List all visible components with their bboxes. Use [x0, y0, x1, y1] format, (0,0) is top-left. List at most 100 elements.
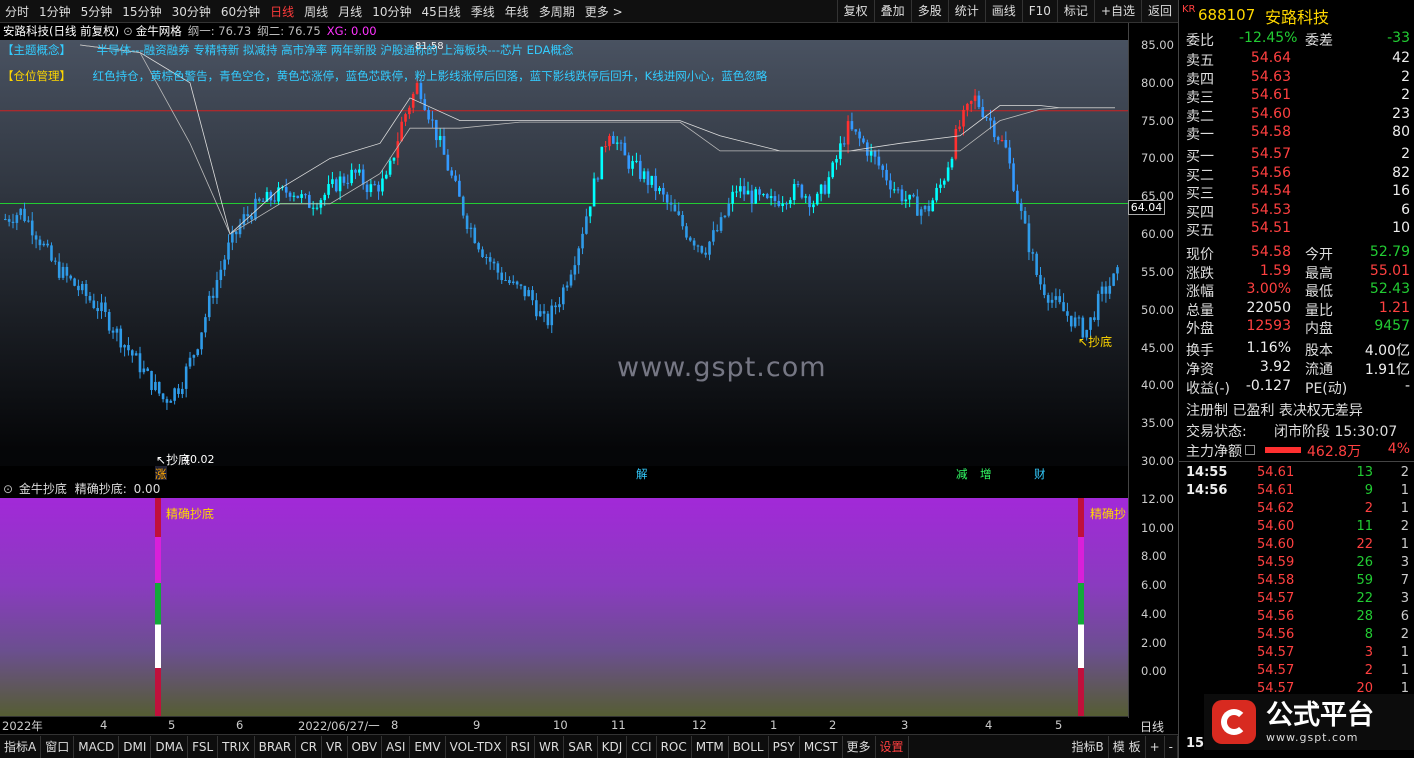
tick-volume: 2 [1364, 501, 1373, 516]
tick-price: 54.60 [1257, 519, 1295, 534]
bottom-right-button-3[interactable]: - [1165, 735, 1178, 758]
indicator-dropdown-icon[interactable]: ⊙ [123, 23, 133, 40]
candle [704, 247, 707, 258]
sell-level-label: 卖二 [1186, 108, 1214, 125]
indicator-tab-5[interactable]: FSL [188, 735, 219, 758]
bottom-right-button-0[interactable]: 指标B [1068, 735, 1109, 758]
period-tab-4[interactable]: 30分钟 [167, 3, 216, 20]
toolbar-button-0[interactable]: 复权 [836, 0, 874, 22]
indicator-tab-17[interactable]: KDJ [598, 735, 628, 758]
candle [1100, 281, 1104, 302]
candlestick-chart[interactable] [0, 40, 1128, 466]
candle [365, 180, 369, 200]
indicator-tab-14[interactable]: RSI [507, 735, 536, 758]
indicator-tab-12[interactable]: EMV [410, 735, 446, 758]
buy-level-label: 买三 [1186, 186, 1214, 202]
period-tab-7[interactable]: 周线 [299, 3, 333, 20]
candle [1093, 311, 1096, 322]
candle [361, 164, 365, 190]
indicator-tab-8[interactable]: CR [296, 735, 322, 758]
indicator-tab-3[interactable]: DMI [119, 735, 152, 758]
bottom-right-button-2[interactable]: + [1146, 735, 1165, 758]
indicator-tab-bar: 指标A 窗口 MACD DMI DMA FSL TRIX BRAR CR VR OBV ASI EMV V… [0, 734, 1178, 758]
period-tab-11[interactable]: 季线 [466, 3, 500, 20]
period-tab-3[interactable]: 15分钟 [117, 3, 166, 20]
period-tab-14[interactable]: 更多 > [580, 3, 628, 20]
candle [469, 222, 473, 238]
candle [461, 195, 465, 219]
toolbar-button-1[interactable]: 叠加 [873, 0, 911, 22]
indicator-tab-22[interactable]: PSY [769, 735, 800, 758]
tick-count: 2 [1400, 465, 1409, 480]
indicator-tab-2[interactable]: MACD [74, 735, 120, 758]
indicator-tab-1[interactable]: 窗口 [41, 735, 75, 758]
candle [154, 374, 157, 392]
candle [1058, 289, 1062, 305]
sub-dropdown-icon[interactable]: ⊙ [0, 482, 15, 496]
indicator-tab-19[interactable]: ROC [657, 735, 692, 758]
candle [1077, 315, 1081, 326]
candle [127, 337, 130, 356]
indicator-tab-25[interactable]: 设置 [876, 735, 909, 758]
indicator-name[interactable]: 金牛网格 [133, 23, 188, 40]
sub-indicator-name[interactable]: 金牛抄底 [19, 482, 67, 496]
toolbar-button-3[interactable]: 统计 [947, 0, 985, 22]
indicator-tab-20[interactable]: MTM [692, 735, 729, 758]
stat-row-value2: 1.21 [1378, 299, 1410, 316]
indicator-tab-9[interactable]: VR [322, 735, 348, 758]
indicator-tab-6[interactable]: TRIX [218, 735, 255, 758]
period-tab-2[interactable]: 5分钟 [76, 3, 118, 20]
toolbar-button-4[interactable]: 画线 [984, 0, 1022, 22]
signal-bar-2 [1078, 498, 1084, 716]
candle [719, 212, 723, 234]
period-tab-8[interactable]: 月线 [333, 3, 367, 20]
toolbar-button-5[interactable]: F10 [1021, 0, 1057, 22]
flow-icon[interactable] [1245, 445, 1255, 455]
indicator-tab-21[interactable]: BOLL [729, 735, 769, 758]
candle [223, 255, 226, 277]
period-tab-0[interactable]: 分时 [0, 3, 34, 20]
stock-title[interactable]: 安路科技(日线 前复权) [0, 23, 123, 40]
indicator-tab-16[interactable]: SAR [564, 735, 598, 758]
indicator-tab-11[interactable]: ASI [382, 735, 411, 758]
indicator-tab-10[interactable]: OBV [348, 735, 383, 758]
period-tab-6[interactable]: 日线 [265, 3, 299, 20]
candle [981, 99, 985, 120]
candle [535, 293, 538, 321]
indicator-tab-4[interactable]: DMA [151, 735, 189, 758]
sub-indicator-panel[interactable]: 精确抄底 精确抄 [0, 498, 1128, 716]
candle [850, 112, 854, 132]
candle [735, 185, 738, 198]
indicator-tab-18[interactable]: CCI [627, 735, 657, 758]
period-tab-12[interactable]: 年线 [500, 3, 534, 20]
event-signal-strip: 涨 解 减 增 财 [0, 466, 1128, 482]
candle [969, 100, 973, 112]
candle [781, 196, 784, 213]
toolbar-button-2[interactable]: 多股 [910, 0, 948, 22]
x-tick: 5 [168, 718, 176, 732]
period-tab-1[interactable]: 1分钟 [34, 3, 76, 20]
candle [927, 200, 931, 217]
indicator-tab-24[interactable]: 更多 [843, 735, 876, 758]
indicator-tab-0[interactable]: 指标A [0, 735, 42, 758]
candle [450, 167, 453, 179]
stock-code[interactable]: 688107 [1198, 6, 1255, 24]
toolbar-button-8[interactable]: 返回 [1140, 0, 1178, 22]
stock-name[interactable]: 安路科技 [1265, 4, 1329, 28]
indicator-tab-15[interactable]: WR [535, 735, 565, 758]
candle [800, 183, 804, 200]
toolbar-button-6[interactable]: 标记 [1056, 0, 1094, 22]
period-tab-5[interactable]: 60分钟 [216, 3, 265, 20]
period-tab-10[interactable]: 45日线 [416, 3, 465, 20]
bottom-right-button-1[interactable]: 模 板 [1109, 735, 1146, 758]
toolbar-button-7[interactable]: +自选 [1093, 0, 1141, 22]
x-tick: 5 [1055, 718, 1063, 732]
indicator-tab-23[interactable]: MCST [800, 735, 843, 758]
candle [119, 325, 123, 353]
period-tab-13[interactable]: 多周期 [534, 3, 580, 20]
period-tab-9[interactable]: 10分钟 [367, 3, 416, 20]
candle [1108, 277, 1112, 300]
indicator-tab-7[interactable]: BRAR [255, 735, 297, 758]
candle [157, 381, 161, 397]
indicator-tab-13[interactable]: VOL-TDX [446, 735, 507, 758]
